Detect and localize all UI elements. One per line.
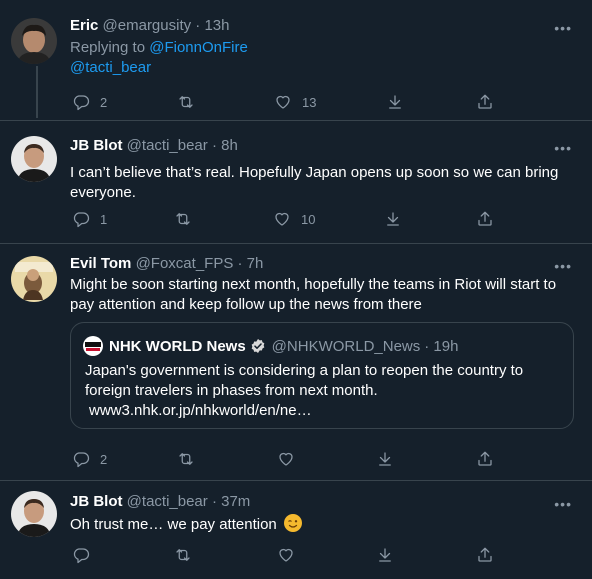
tweet-actions: 2	[70, 450, 510, 470]
heart-icon	[279, 452, 293, 466]
tweet-header: JB Blot @tacti_bear · 8h	[70, 137, 238, 154]
avatar[interactable]	[11, 18, 57, 64]
display-name[interactable]: Evil Tom	[70, 255, 131, 272]
timestamp[interactable]: · 8h	[212, 137, 238, 154]
share-icon	[478, 94, 492, 109]
retweet-icon	[176, 549, 190, 561]
timestamp[interactable]: · 37m	[212, 493, 250, 510]
tweet-jb-blot[interactable]: JB Blot @tacti_bear · 8h ••• I can’t bel…	[0, 121, 592, 243]
download-icon	[387, 212, 399, 226]
user-handle[interactable]: @emargusity	[103, 17, 192, 34]
quoted-user-handle: @NHKWORLD_News	[271, 337, 421, 355]
tweet-actions	[70, 546, 510, 566]
reply-count: 1	[100, 211, 108, 227]
download-icon	[379, 452, 391, 466]
reply-icon	[73, 95, 90, 111]
quoted-tweet-text: Japan's government is considering a plan…	[85, 361, 555, 421]
display-name[interactable]: Eric	[70, 17, 98, 34]
more-options-button[interactable]: •••	[554, 258, 572, 274]
quoted-display-name: NHK WORLD News	[109, 337, 246, 355]
retweet-button[interactable]	[174, 546, 202, 564]
timestamp[interactable]: · 13h	[195, 17, 229, 34]
like-button[interactable]: 13	[274, 93, 316, 111]
reply-count: 2	[100, 94, 108, 110]
tweet-text: Oh trust me… we pay attention	[70, 514, 575, 535]
more-options-button[interactable]: •••	[554, 140, 572, 156]
user-handle[interactable]: @tacti_bear	[127, 493, 208, 510]
tweet-text-body: Oh trust me… we pay attention	[70, 516, 277, 533]
retweet-icon	[179, 96, 193, 108]
more-options-button[interactable]: •••	[554, 496, 572, 512]
retweet-button[interactable]	[174, 210, 202, 228]
reply-icon	[73, 452, 90, 468]
more-options-button[interactable]: •••	[554, 20, 572, 36]
timestamp[interactable]: · 7h	[238, 255, 264, 272]
bookmark-button[interactable]	[376, 450, 394, 468]
retweet-icon	[179, 453, 193, 465]
nhk-world-logo	[83, 336, 103, 356]
download-icon	[389, 95, 401, 109]
tweet-eric[interactable]: Eric @emargusity · 13h ••• Replying to @…	[0, 0, 592, 120]
reply-count: 2	[100, 451, 108, 467]
heart-icon	[276, 95, 290, 109]
bookmark-button[interactable]	[376, 546, 394, 564]
heart-icon	[275, 212, 289, 226]
quoted-tweet[interactable]: NHK WORLD News @NHKWORLD_News · 19h Japa…	[70, 322, 574, 429]
bookmark-button[interactable]	[386, 93, 404, 111]
share-button[interactable]	[476, 546, 494, 564]
like-count: 10	[301, 211, 316, 227]
share-icon	[478, 211, 492, 226]
mention-link[interactable]: @FionnOnFire	[149, 39, 248, 56]
share-button[interactable]	[476, 93, 494, 111]
mention-link[interactable]: @tacti_bear	[70, 59, 151, 76]
tweet-header: Eric @emargusity · 13h	[70, 17, 230, 34]
replying-to: Replying to @FionnOnFire @tacti_bear	[70, 38, 575, 78]
winking-face-emoji-icon	[283, 514, 302, 532]
bookmark-button[interactable]	[384, 210, 402, 228]
display-name[interactable]: JB Blot	[70, 493, 123, 510]
share-icon	[478, 547, 492, 562]
tweet-evil-tom[interactable]: Evil Tom @Foxcat_FPS · 7h ••• Might be s…	[0, 244, 592, 480]
avatar[interactable]	[11, 256, 57, 302]
heart-icon	[279, 548, 293, 562]
retweet-button[interactable]	[177, 93, 205, 111]
verified-badge-icon	[251, 339, 265, 353]
share-button[interactable]	[476, 210, 494, 228]
retweet-button[interactable]	[177, 450, 205, 468]
reply-icon	[73, 212, 90, 228]
reply-button[interactable]	[72, 546, 100, 564]
like-button[interactable]: 10	[273, 210, 315, 228]
tweet-text: I can’t believe that’s real. Hopefully J…	[70, 164, 559, 201]
avatar[interactable]	[11, 136, 57, 182]
like-button[interactable]	[277, 450, 305, 468]
reply-button[interactable]: 2	[72, 450, 107, 468]
quoted-link[interactable]: www3.nhk.or.jp/nhkworld/en/ne…	[89, 402, 312, 419]
retweet-icon	[176, 213, 190, 225]
quoted-tweet-header: NHK WORLD News @NHKWORLD_News · 19h	[83, 336, 458, 356]
user-handle[interactable]: @tacti_bear	[127, 137, 208, 154]
share-icon	[478, 451, 492, 466]
tweet-actions: 1 10	[70, 210, 510, 230]
reply-button[interactable]: 1	[72, 210, 107, 228]
quoted-timestamp: · 19h	[424, 337, 459, 355]
download-icon	[379, 548, 391, 562]
reply-icon	[73, 548, 90, 564]
quoted-text-body: Japan's government is considering a plan…	[85, 362, 524, 399]
like-button[interactable]	[277, 546, 305, 564]
tweet-jb-blot-reply[interactable]: JB Blot @tacti_bear · 37m ••• Oh trust m…	[0, 481, 592, 579]
share-button[interactable]	[476, 450, 494, 468]
user-handle[interactable]: @Foxcat_FPS	[136, 255, 234, 272]
tweet-header: JB Blot @tacti_bear · 37m	[70, 493, 250, 510]
tweet-header: Evil Tom @Foxcat_FPS · 7h	[70, 255, 263, 272]
avatar[interactable]	[11, 491, 57, 537]
display-name[interactable]: JB Blot	[70, 137, 123, 154]
tweet-text: Might be soon starting next month, hopef…	[70, 276, 557, 313]
replying-to-label: Replying to	[70, 39, 146, 56]
reply-button[interactable]: 2	[72, 93, 107, 111]
tweet-actions: 2 13	[70, 93, 510, 113]
like-count: 13	[302, 94, 317, 110]
